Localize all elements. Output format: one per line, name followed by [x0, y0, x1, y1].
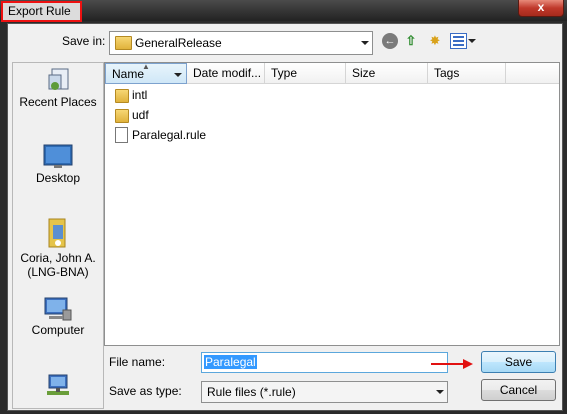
place-desktop[interactable]: Desktop: [13, 143, 103, 185]
place-label: Coria, John A. (LNG-BNA): [20, 251, 96, 279]
column-label: Type: [271, 66, 298, 80]
place-label: Desktop: [35, 171, 81, 185]
save-in-dropdown[interactable]: GeneralRelease: [109, 31, 373, 55]
save-in-value: GeneralRelease: [135, 36, 222, 50]
places-bar: Recent Places Desktop Coria, John A. (LN…: [12, 62, 104, 409]
chevron-down-icon[interactable]: [174, 73, 182, 77]
file-name: intl: [132, 88, 148, 102]
column-label: Name: [112, 67, 145, 81]
place-computer[interactable]: Computer: [13, 295, 103, 337]
sort-ascending-icon: ▲: [142, 62, 150, 71]
column-label: Size: [352, 66, 376, 80]
column-label: Date modif...: [193, 66, 262, 80]
annotation-arrow-icon: [431, 359, 473, 369]
place-network[interactable]: [13, 373, 103, 401]
save-in-label: Save in:: [62, 34, 106, 48]
place-user-folder[interactable]: Coria, John A. (LNG-BNA): [13, 215, 103, 279]
column-header-type[interactable]: Type: [265, 63, 346, 84]
folder-icon: [115, 109, 129, 123]
file-name-label: File name:: [109, 355, 166, 369]
network-icon: [43, 373, 73, 401]
title-highlight-box: Export Rule: [1, 1, 82, 22]
user-folder-icon: [43, 215, 73, 251]
save-as-type-dropdown[interactable]: Rule files (*.rule): [201, 381, 448, 403]
dialog-window: Export Rule x Save in: GeneralRelease ← …: [0, 0, 567, 414]
window-title: Export Rule: [8, 4, 71, 18]
file-list[interactable]: Name ▲ Date modif... Type Size Tags intl: [104, 62, 560, 346]
views-dropdown-icon[interactable]: [468, 39, 476, 43]
cancel-button[interactable]: Cancel: [481, 379, 556, 401]
folder-icon: [115, 89, 129, 103]
title-bar[interactable]: Export Rule x: [0, 0, 567, 22]
chevron-down-icon: [436, 390, 444, 394]
save-button[interactable]: Save: [481, 351, 556, 373]
column-label: Tags: [434, 66, 460, 80]
computer-icon: [43, 295, 73, 323]
column-header-filler: [506, 63, 559, 84]
document-icon: [115, 127, 128, 143]
dialog-body: Save in: GeneralRelease ← ⇧ ✸ Recent Pla…: [7, 23, 563, 411]
column-header-date[interactable]: Date modif...: [187, 63, 265, 84]
new-folder-icon[interactable]: ✸: [426, 32, 444, 50]
close-button[interactable]: x: [518, 0, 564, 17]
recent-places-icon: [43, 67, 73, 95]
save-as-type-value: Rule files (*.rule): [207, 385, 296, 399]
up-folder-icon[interactable]: ⇧: [402, 32, 420, 50]
place-label: Computer: [31, 323, 85, 337]
place-label: Recent Places: [19, 95, 97, 109]
back-icon[interactable]: ←: [382, 33, 398, 49]
views-menu-icon[interactable]: [450, 33, 467, 49]
desktop-icon: [43, 143, 73, 171]
file-name: udf: [132, 108, 149, 122]
save-as-type-label: Save as type:: [109, 384, 182, 398]
column-header-tags[interactable]: Tags: [428, 63, 506, 84]
file-name: Paralegal.rule: [132, 128, 207, 142]
place-recent-places[interactable]: Recent Places: [13, 67, 103, 109]
chevron-down-icon: [361, 41, 369, 45]
file-name-value: Paralegal: [204, 355, 257, 369]
column-header-name[interactable]: Name ▲: [105, 62, 187, 84]
folder-icon: [115, 36, 132, 50]
file-name-input[interactable]: Paralegal: [201, 352, 448, 373]
column-header-size[interactable]: Size: [346, 63, 428, 84]
